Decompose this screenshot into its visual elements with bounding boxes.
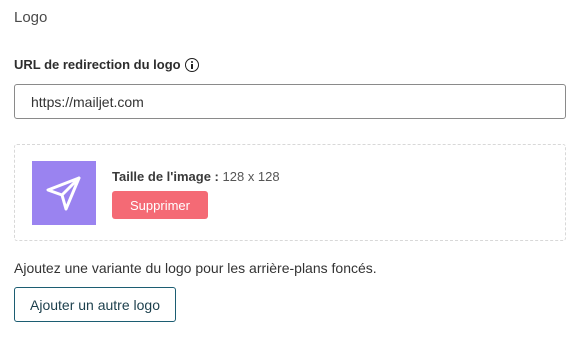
- logo-preview-box: Taille de l'image : 128 x 128 Supprimer: [14, 144, 566, 241]
- delete-logo-button[interactable]: Supprimer: [112, 191, 208, 219]
- redirect-url-input[interactable]: [14, 84, 566, 119]
- image-size-info: Taille de l'image : 128 x 128: [112, 169, 280, 184]
- add-logo-button[interactable]: Ajouter un autre logo: [14, 287, 176, 322]
- image-size-label: Taille de l'image :: [112, 169, 219, 184]
- send-plane-icon: [46, 176, 81, 211]
- image-size-value: 128 x 128: [222, 169, 280, 184]
- logo-thumbnail: [32, 161, 96, 225]
- info-icon[interactable]: [184, 57, 199, 72]
- section-title: Logo: [14, 9, 48, 26]
- redirect-url-label-text: URL de redirection du logo: [14, 57, 181, 72]
- redirect-url-label: URL de redirection du logo: [14, 57, 199, 72]
- variant-help-text: Ajoutez une variante du logo pour les ar…: [14, 260, 377, 276]
